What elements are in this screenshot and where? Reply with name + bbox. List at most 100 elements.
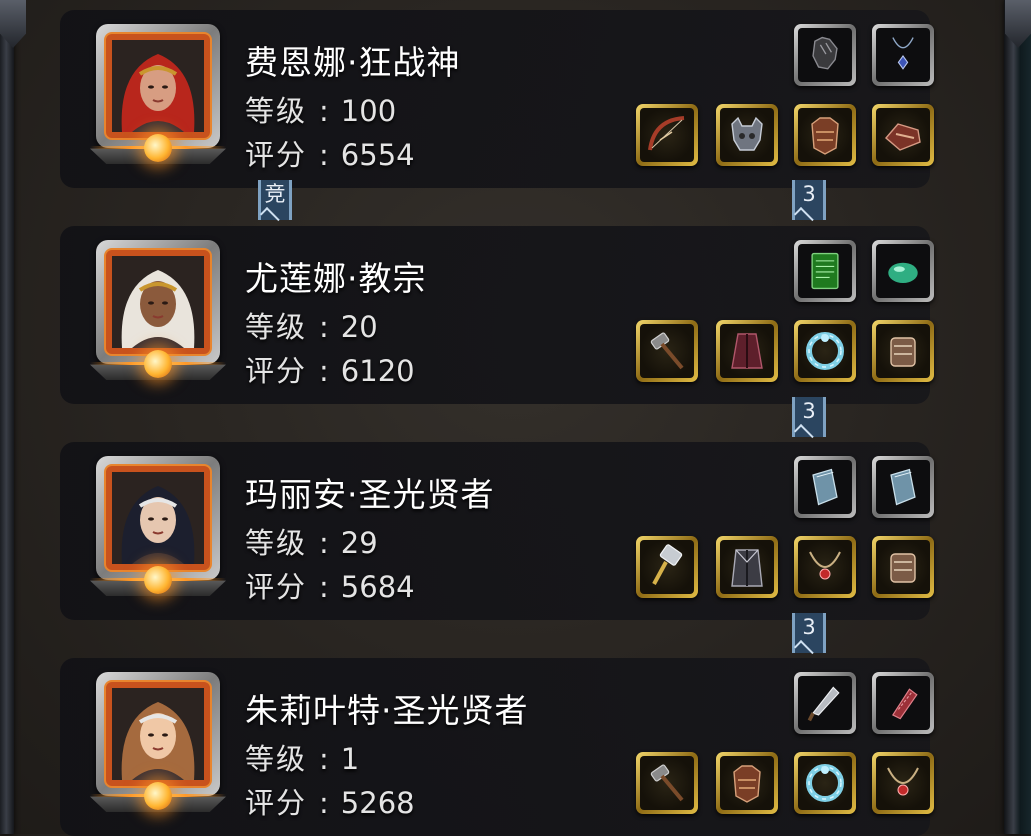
link-connector: 3 — [792, 180, 826, 220]
hero-level: 等级:29 — [245, 526, 378, 560]
bracer-icon — [878, 542, 928, 594]
score-value: 6120 — [340, 354, 415, 388]
hero-portrait[interactable] — [90, 456, 226, 596]
equipment-slot[interactable] — [872, 752, 934, 814]
gloves-icon — [802, 32, 848, 82]
amulet-icon — [880, 32, 926, 82]
hero-portrait[interactable] — [90, 240, 226, 380]
bow-icon — [642, 110, 692, 162]
portrait-frame — [96, 672, 220, 796]
armor-icon — [800, 110, 850, 162]
portrait-frame — [96, 24, 220, 148]
score-label: 评分 — [245, 354, 308, 388]
gauntlet-icon — [878, 110, 928, 162]
hero-name: 费恩娜·狂战神 — [245, 43, 461, 82]
hero-card[interactable]: 朱莉叶特·圣光贤者等级:1 评分:5268 — [60, 658, 934, 836]
equipment-slot[interactable] — [794, 24, 856, 86]
relic-icon — [880, 680, 926, 730]
hero-name: 尤莲娜·教宗 — [245, 259, 427, 298]
level-label: 等级 — [245, 526, 308, 560]
score-label: 评分 — [245, 786, 308, 820]
connector-label: 3 — [802, 399, 816, 423]
equipment-slot[interactable] — [716, 320, 778, 382]
equipment-slot[interactable] — [872, 104, 934, 166]
hero-face-image — [112, 256, 204, 348]
connector-label: 竞 — [264, 182, 286, 206]
bracer-icon — [878, 326, 928, 378]
hero-portrait[interactable] — [90, 672, 226, 812]
score-value: 5684 — [340, 570, 415, 604]
equipment-slot[interactable] — [872, 24, 934, 86]
tome-icon — [802, 248, 848, 298]
hero-name: 朱莉叶特·圣光贤者 — [245, 691, 529, 730]
hero-score: 评分:5268 — [245, 786, 415, 820]
equipment-slot[interactable] — [794, 672, 856, 734]
ring-icon — [800, 758, 850, 810]
crescent-moon-icon — [144, 350, 172, 378]
dagger-icon — [802, 680, 848, 730]
equipment-slot[interactable] — [872, 456, 934, 518]
necklace-icon — [878, 758, 928, 810]
score-value: 5268 — [340, 786, 415, 820]
equipment-slot[interactable] — [636, 104, 698, 166]
level-value: 20 — [340, 310, 378, 344]
connector-label: 3 — [802, 182, 816, 206]
level-label: 等级 — [245, 742, 308, 776]
equipment-slot[interactable] — [794, 240, 856, 302]
hero-level: 等级:100 — [245, 94, 397, 128]
equipment-slot[interactable] — [872, 672, 934, 734]
gem-icon — [880, 248, 926, 298]
hammer-icon — [642, 758, 692, 810]
equipment-slot[interactable] — [716, 104, 778, 166]
hero-face-image — [112, 40, 204, 132]
score-value: 6554 — [340, 138, 415, 172]
ring-icon — [800, 326, 850, 378]
equipment-slot[interactable] — [636, 320, 698, 382]
crescent-moon-icon — [144, 134, 172, 162]
equipment-slot[interactable] — [872, 320, 934, 382]
equipment-slot[interactable] — [636, 536, 698, 598]
equipment-slot[interactable] — [716, 752, 778, 814]
link-connector: 竞 — [258, 180, 292, 220]
hero-card[interactable]: 费恩娜·狂战神等级:100 评分:6554 — [60, 10, 934, 188]
level-label: 等级 — [245, 94, 308, 128]
book-icon — [880, 464, 926, 514]
necklace-icon — [800, 542, 850, 594]
link-connector: 3 — [792, 613, 826, 653]
equipment-slot[interactable] — [872, 240, 934, 302]
hero-level: 等级:1 — [245, 742, 360, 776]
mace-icon — [642, 542, 692, 594]
portrait-frame — [96, 456, 220, 580]
hero-name: 玛丽安·圣光贤者 — [245, 475, 495, 514]
level-value: 29 — [340, 526, 378, 560]
equipment-slot[interactable] — [716, 536, 778, 598]
level-value: 100 — [340, 94, 397, 128]
level-value: 1 — [340, 742, 360, 776]
crescent-moon-icon — [144, 566, 172, 594]
hero-score: 评分:6554 — [245, 138, 415, 172]
hero-score: 评分:5684 — [245, 570, 415, 604]
hero-card[interactable]: 尤莲娜·教宗等级:20 评分:6120 — [60, 226, 934, 404]
hero-face-image — [112, 472, 204, 564]
hero-portrait[interactable] — [90, 24, 226, 164]
hero-card[interactable]: 玛丽安·圣光贤者等级:29 评分:5684 — [60, 442, 934, 620]
equipment-slot[interactable] — [794, 752, 856, 814]
equipment-slot[interactable] — [794, 456, 856, 518]
armor-icon — [722, 758, 772, 810]
equipment-slot[interactable] — [794, 104, 856, 166]
equipment-slot[interactable] — [872, 536, 934, 598]
score-label: 评分 — [245, 138, 308, 172]
hero-level: 等级:20 — [245, 310, 378, 344]
left-frame-border — [0, 0, 14, 834]
helmet-icon — [722, 110, 772, 162]
book-icon — [802, 464, 848, 514]
equipment-slot[interactable] — [794, 320, 856, 382]
link-connector: 3 — [792, 397, 826, 437]
equipment-slot[interactable] — [636, 752, 698, 814]
coat-icon — [722, 542, 772, 594]
hero-score: 评分:6120 — [245, 354, 415, 388]
hammer-icon — [642, 326, 692, 378]
equipment-slot[interactable] — [794, 536, 856, 598]
level-label: 等级 — [245, 310, 308, 344]
score-label: 评分 — [245, 570, 308, 604]
